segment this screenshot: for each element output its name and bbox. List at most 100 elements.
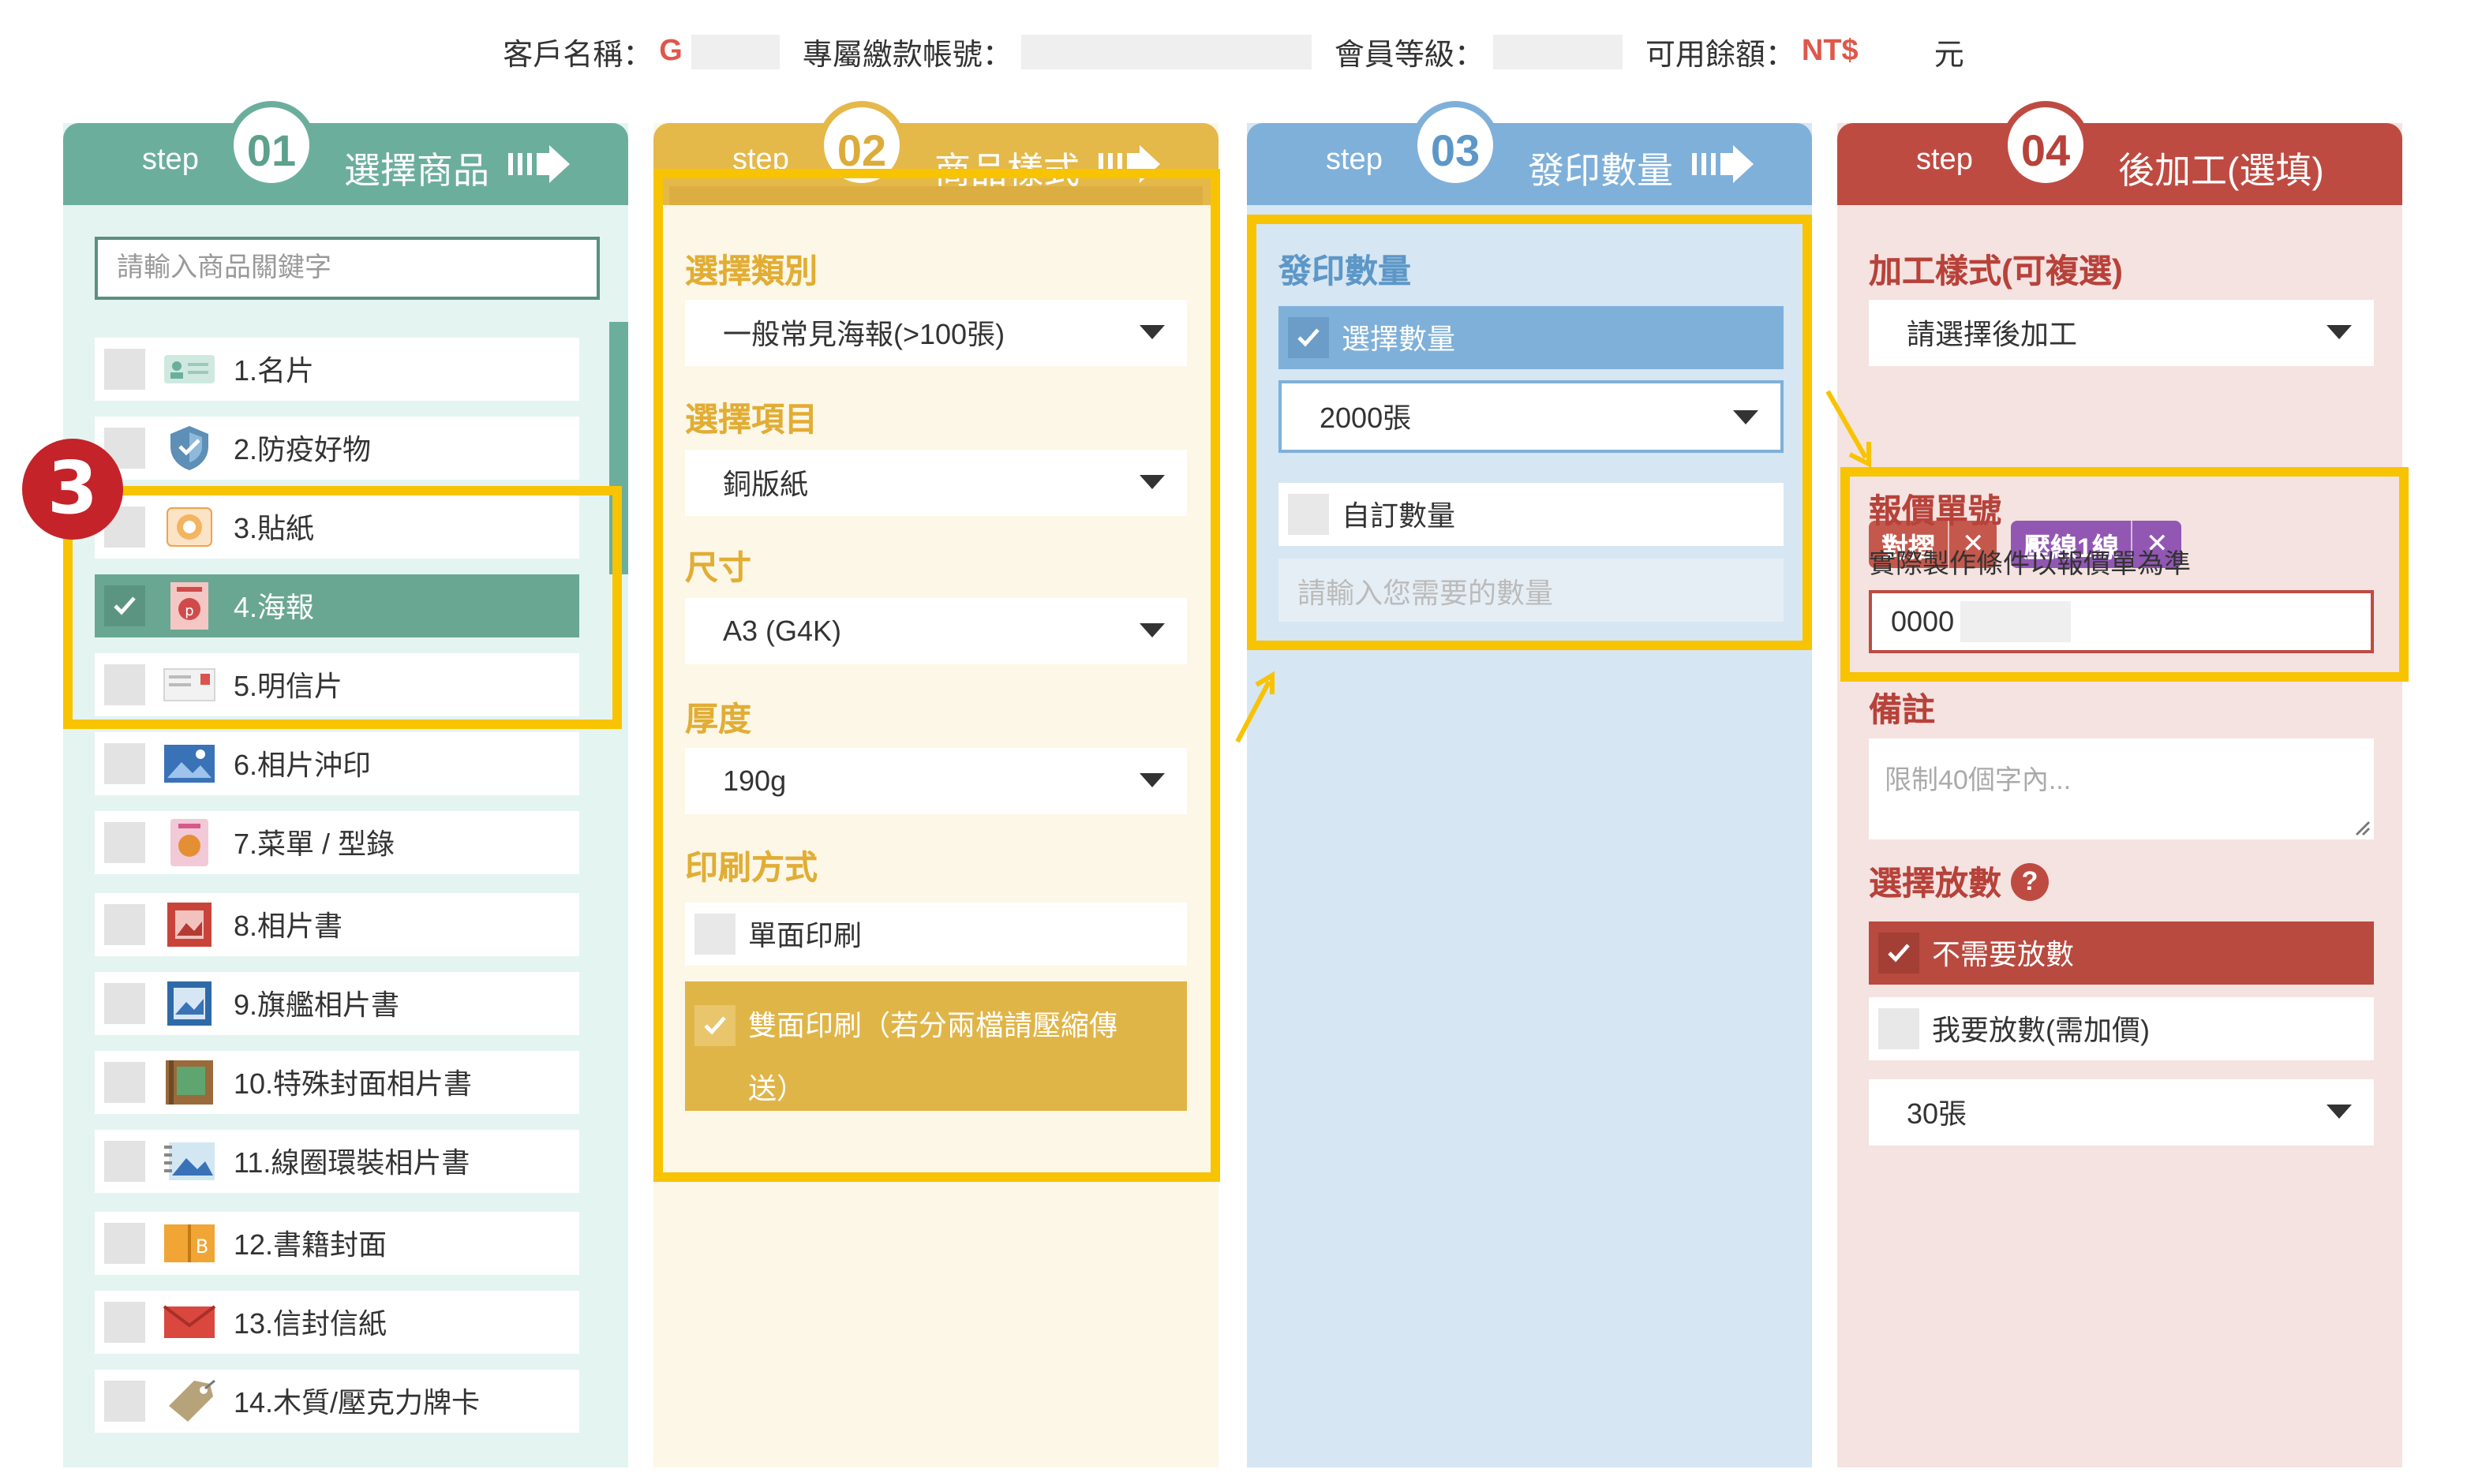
- chevron-down-icon: [2327, 325, 2352, 339]
- bleed-section-header: 選擇放數 ?: [1869, 858, 2049, 906]
- chevron-down-icon: [1140, 475, 1165, 489]
- thickness-label: 厚度: [685, 702, 751, 738]
- product-list-item[interactable]: 3.貼紙: [95, 495, 579, 559]
- bleed-select[interactable]: 30張: [1869, 1079, 2374, 1146]
- product-list-item[interactable]: 11.線圈環裝相片書: [95, 1130, 579, 1193]
- product-label: 4.海報: [234, 592, 315, 623]
- single-side-option[interactable]: 單面印刷: [685, 903, 1187, 966]
- postcard-icon: [161, 663, 218, 707]
- want-bleed-option[interactable]: 我要放數(需加價): [1869, 997, 2374, 1060]
- product-list-item[interactable]: p 4.海報: [95, 574, 579, 637]
- product-checkbox[interactable]: [104, 585, 145, 626]
- choose-quantity-label: 選擇數量: [1342, 323, 1455, 355]
- product-label: 8.相片書: [234, 910, 343, 942]
- custom-quantity-input[interactable]: 請輸入您需要的數量: [1278, 559, 1784, 622]
- custom-quantity-label: 自訂數量: [1342, 500, 1455, 532]
- category-select[interactable]: 一般常見海報(>100張): [685, 300, 1187, 366]
- balance-currency: NT$: [1801, 35, 1859, 68]
- product-label: 6.相片沖印: [234, 749, 372, 781]
- product-checkbox[interactable]: [104, 1381, 145, 1422]
- product-label: 1.名片: [234, 355, 315, 387]
- product-list-item[interactable]: 1.名片: [95, 338, 579, 401]
- product-list-item[interactable]: 6.相片沖印: [95, 732, 579, 795]
- thickness-select[interactable]: 190g: [685, 748, 1187, 814]
- business-card-icon: [161, 347, 218, 391]
- size-select[interactable]: A3 (G4K): [685, 598, 1187, 664]
- resize-handle-icon[interactable]: [2352, 817, 2371, 836]
- single-side-checkbox[interactable]: [694, 914, 736, 955]
- quote-number-redacted: [1960, 601, 2072, 642]
- product-label: 14.木質/壓克力牌卡: [234, 1387, 481, 1419]
- balance-redacted: [1867, 35, 1925, 69]
- chevron-down-icon: [1140, 773, 1165, 787]
- poster-icon: p: [161, 582, 218, 630]
- want-bleed-checkbox[interactable]: [1878, 1008, 1919, 1049]
- product-checkbox[interactable]: [104, 983, 145, 1024]
- product-list-item[interactable]: 5.明信片: [95, 653, 579, 716]
- bleed-label: 選擇放數: [1869, 866, 2001, 903]
- product-checkbox[interactable]: [104, 1302, 145, 1343]
- step4-header: step 04 後加工(選填): [1837, 101, 2402, 205]
- product-search-input[interactable]: [95, 237, 600, 300]
- product-list-scrollbar[interactable]: [609, 322, 628, 574]
- remark-label: 備註: [1869, 693, 1935, 729]
- quantity-select[interactable]: 2000張: [1278, 380, 1784, 453]
- arrow-up-icon: [1235, 671, 1275, 743]
- product-list-item[interactable]: 2.防疫好物: [95, 417, 579, 480]
- product-checkbox[interactable]: [104, 1062, 145, 1103]
- step3-title: 發印數量: [1528, 150, 1673, 191]
- step-arrow-icon: [1099, 145, 1160, 183]
- svg-text:B: B: [196, 1235, 208, 1258]
- step1-title: 選擇商品: [344, 150, 489, 191]
- step2-number: 02: [818, 101, 906, 189]
- chevron-down-icon: [1140, 623, 1165, 637]
- chevron-down-icon: [1733, 410, 1758, 424]
- product-list-item[interactable]: 13.信封信紙: [95, 1291, 579, 1354]
- choose-quantity-checkbox[interactable]: [1288, 317, 1329, 358]
- photo-icon: [161, 742, 218, 786]
- quote-number-value: 0000: [1891, 605, 1955, 637]
- product-list-item[interactable]: B 12.書籍封面: [95, 1212, 579, 1275]
- member-level-redacted: [1493, 35, 1623, 69]
- product-checkbox[interactable]: [104, 904, 145, 945]
- double-side-option[interactable]: 雙面印刷（若分兩檔請壓縮傳送）: [685, 981, 1187, 1111]
- category-label: 選擇類別: [685, 254, 818, 290]
- custom-quantity-checkbox[interactable]: [1288, 494, 1329, 535]
- double-side-checkbox[interactable]: [694, 1005, 736, 1046]
- choose-quantity-option[interactable]: 選擇數量: [1278, 306, 1784, 369]
- step2-word: step: [732, 144, 789, 177]
- no-bleed-checkbox[interactable]: [1878, 933, 1919, 974]
- product-checkbox[interactable]: [104, 822, 145, 863]
- product-label: 13.信封信紙: [234, 1308, 387, 1340]
- remark-textarea[interactable]: 限制40個字內...: [1869, 738, 2374, 839]
- product-checkbox[interactable]: [104, 349, 145, 390]
- process-select[interactable]: 請選擇後加工: [1869, 300, 2374, 366]
- no-bleed-option[interactable]: 不需要放數: [1869, 921, 2374, 985]
- product-label: 9.旗艦相片書: [234, 989, 400, 1021]
- single-side-label: 單面印刷: [748, 920, 862, 951]
- product-checkbox[interactable]: [104, 1141, 145, 1182]
- product-list-item[interactable]: 10.特殊封面相片書: [95, 1051, 579, 1114]
- product-checkbox[interactable]: [104, 1223, 145, 1264]
- product-label: 12.書籍封面: [234, 1229, 387, 1261]
- step2-header-strip: [669, 186, 1203, 205]
- checkmark-icon: [1888, 944, 1910, 963]
- book-cover-icon: B: [161, 1221, 218, 1265]
- product-checkbox[interactable]: [104, 664, 145, 705]
- chevron-down-icon: [2327, 1105, 2352, 1119]
- product-list-item[interactable]: 14.木質/壓克力牌卡: [95, 1370, 579, 1433]
- product-list-item[interactable]: 7.菜單 / 型錄: [95, 811, 579, 874]
- custom-quantity-option[interactable]: 自訂數量: [1278, 483, 1784, 546]
- product-list-item[interactable]: 8.相片書: [95, 893, 579, 956]
- customer-name-redacted: [691, 35, 781, 69]
- quote-number-input[interactable]: 0000: [1869, 590, 2374, 653]
- step-annotation-marker: 3: [22, 439, 123, 540]
- product-label: 7.菜單 / 型錄: [234, 828, 395, 860]
- menu-icon: [161, 819, 218, 866]
- product-label: 3.貼紙: [234, 513, 315, 544]
- product-checkbox[interactable]: [104, 743, 145, 784]
- help-icon[interactable]: ?: [2011, 863, 2049, 901]
- item-select[interactable]: 銅版紙: [685, 450, 1187, 516]
- product-list-item[interactable]: 9.旗艦相片書: [95, 972, 579, 1035]
- item-select-value: 銅版紙: [723, 469, 808, 500]
